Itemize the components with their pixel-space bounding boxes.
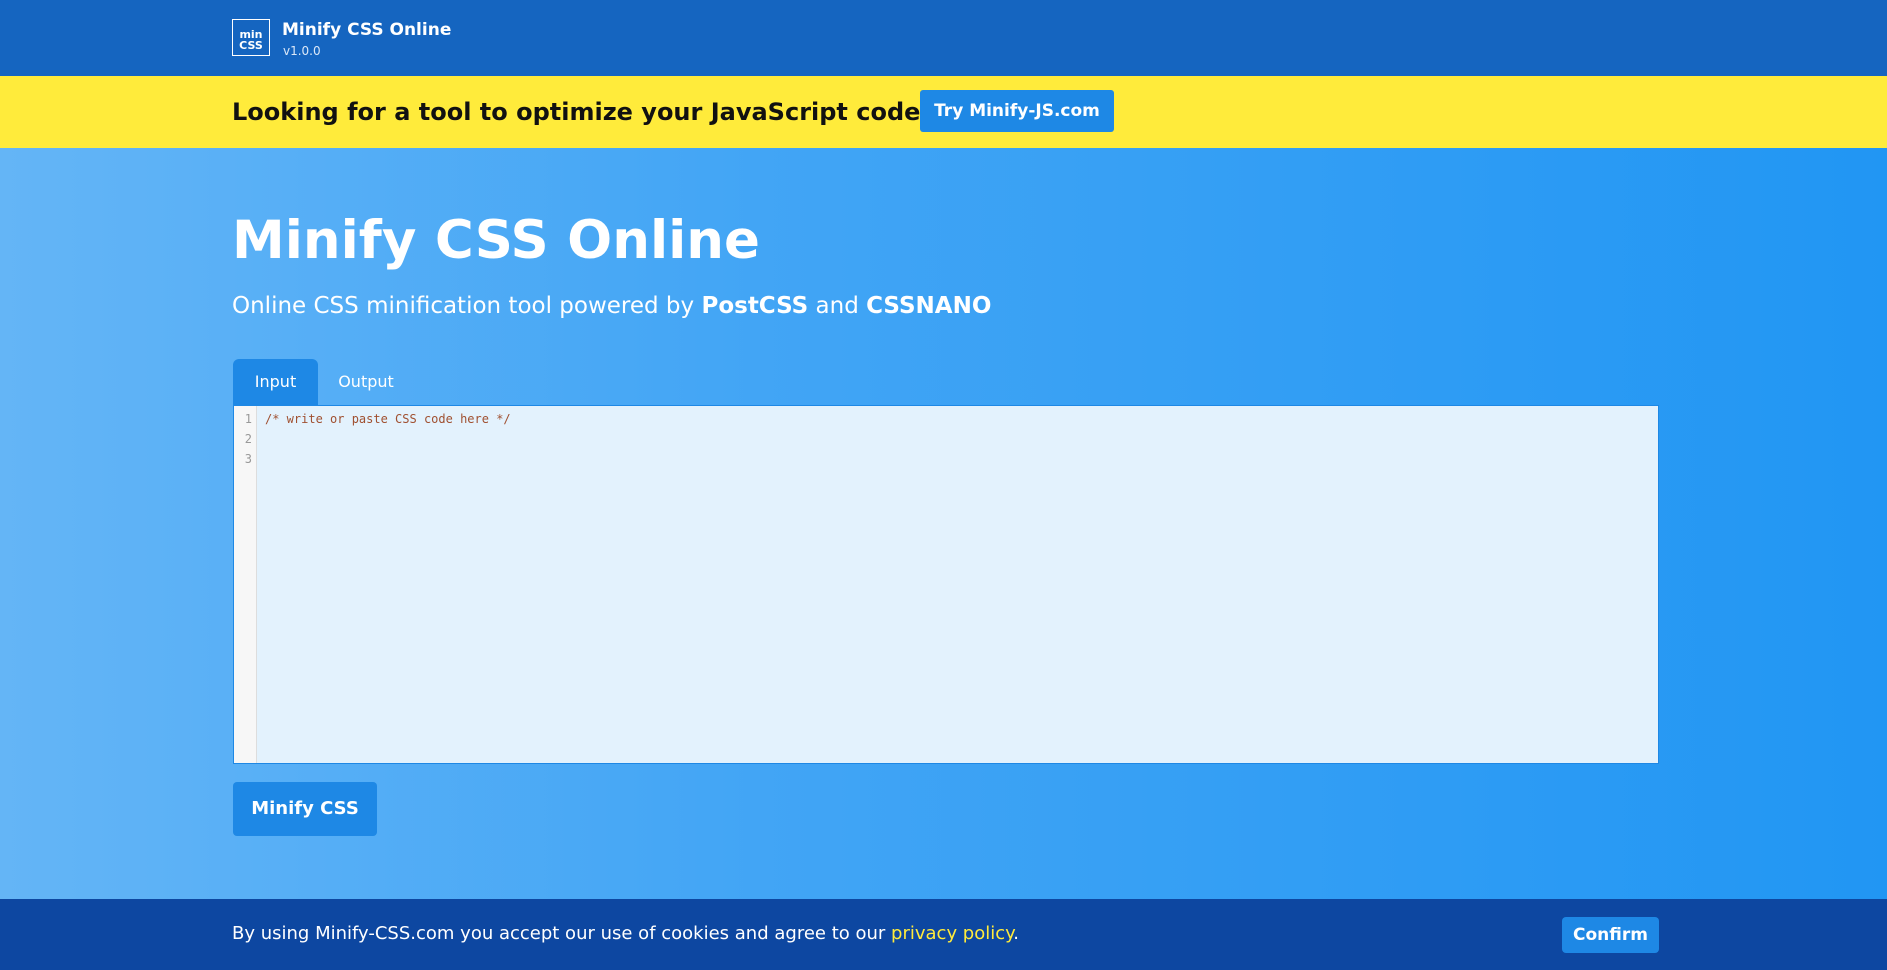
line-number-gutter: 1 2 3 — [234, 406, 257, 763]
cookie-text-prefix: By using Minify-CSS.com you accept our u… — [232, 923, 892, 944]
cookie-text-suffix: . — [1013, 923, 1019, 944]
promo-text: Looking for a tool to optimize your Java… — [232, 98, 935, 126]
logo-icon[interactable]: min CSS — [232, 19, 270, 56]
brand-title[interactable]: Minify CSS Online — [282, 20, 451, 40]
subtitle-prefix: Online CSS minification tool powered by — [232, 293, 702, 319]
promo-banner: Looking for a tool to optimize your Java… — [0, 76, 1887, 148]
subtitle-postcss: PostCSS — [701, 293, 809, 319]
cookie-banner: By using Minify-CSS.com you accept our u… — [0, 899, 1887, 970]
tab-input[interactable]: Input — [233, 359, 318, 405]
try-minify-js-button[interactable]: Try Minify-JS.com — [920, 90, 1114, 132]
cookie-text: By using Minify-CSS.com you accept our u… — [232, 923, 1019, 944]
page-subtitle: Online CSS minification tool powered by … — [232, 293, 991, 319]
code-line[interactable]: /* write or paste CSS code here */ — [265, 412, 511, 426]
top-navbar: min CSS Minify CSS Online v1.0.0 — [0, 0, 1887, 76]
tab-output[interactable]: Output — [322, 359, 410, 405]
minify-css-button[interactable]: Minify CSS — [233, 782, 377, 836]
css-input-editor[interactable]: 1 2 3 /* write or paste CSS code here */ — [233, 405, 1659, 764]
subtitle-cssnano: CSSNANO — [866, 293, 992, 319]
hero-section: Minify CSS Online Online CSS minificatio… — [0, 148, 1887, 899]
page-title: Minify CSS Online — [232, 210, 760, 271]
line-number: 2 — [244, 432, 252, 446]
logo-line-2: CSS — [239, 39, 263, 52]
confirm-button[interactable]: Confirm — [1562, 917, 1659, 953]
line-number: 1 — [244, 412, 252, 426]
subtitle-mid: and — [808, 293, 867, 319]
brand-version: v1.0.0 — [283, 44, 321, 58]
privacy-policy-link[interactable]: privacy policy — [891, 923, 1013, 944]
line-number: 3 — [244, 452, 252, 466]
